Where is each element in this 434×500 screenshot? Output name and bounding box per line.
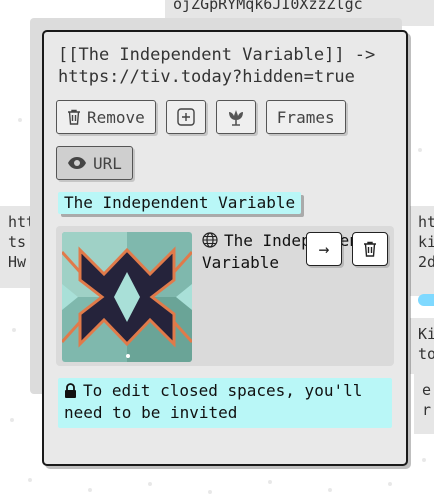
open-space-button[interactable]: → [306,232,342,266]
add-button[interactable] [165,100,206,134]
background-card[interactable]: e r [414,374,434,434]
flower-icon [228,110,243,126]
background-card[interactable]: Ki to [410,318,434,374]
url-toggle-button[interactable]: URL [56,146,133,180]
remove-button-label: Remove [87,107,145,127]
background-card[interactable]: ht ki 2d [410,206,434,296]
space-thumbnail-image [62,232,192,362]
background-card-line: e [422,381,432,399]
background-card-line: to [418,345,434,363]
url-row: URL [56,146,396,180]
url-button-label: URL [93,153,122,173]
background-card-line: ki [418,233,434,251]
trash-icon [68,109,80,125]
dialog-title: [[The Independent Variable]] -> https://… [58,45,376,87]
space-name-label: The Independent Variable [202,231,369,272]
tag-pill[interactable]: The Independent Variable [58,192,302,214]
tag-details-dialog: [[The Independent Variable]] -> https://… [42,30,408,466]
background-card-line: Ki [418,325,434,343]
frames-button[interactable]: Frames [265,100,346,134]
tag-row: The Independent Variable [58,192,396,214]
plus-square-icon [177,108,195,126]
background-card-line: 2d [418,253,434,271]
globe-icon [202,232,218,248]
remove-space-button[interactable] [352,232,388,266]
background-shape [418,294,434,306]
space-thumbnail [62,232,192,362]
background-card-text: ojZGpRYMqk6JI0XzzZlgc [173,0,363,13]
eye-icon [68,157,86,169]
lock-icon [65,383,76,398]
closed-space-notice: To edit closed spaces, you'll need to be… [58,378,392,428]
action-row: Remove Frames [56,100,396,134]
background-card-line: ht [418,213,434,231]
arrow-right-icon: → [318,238,330,260]
notice-text: To edit closed spaces, you'll need to be… [64,381,363,422]
background-card-line: r [422,401,432,419]
remove-button[interactable]: Remove [56,100,156,134]
space-card[interactable]: The Independent Variable → [56,226,394,366]
frames-button-label: Frames [276,107,335,127]
trash-icon [364,241,376,257]
flower-button[interactable] [215,100,256,134]
